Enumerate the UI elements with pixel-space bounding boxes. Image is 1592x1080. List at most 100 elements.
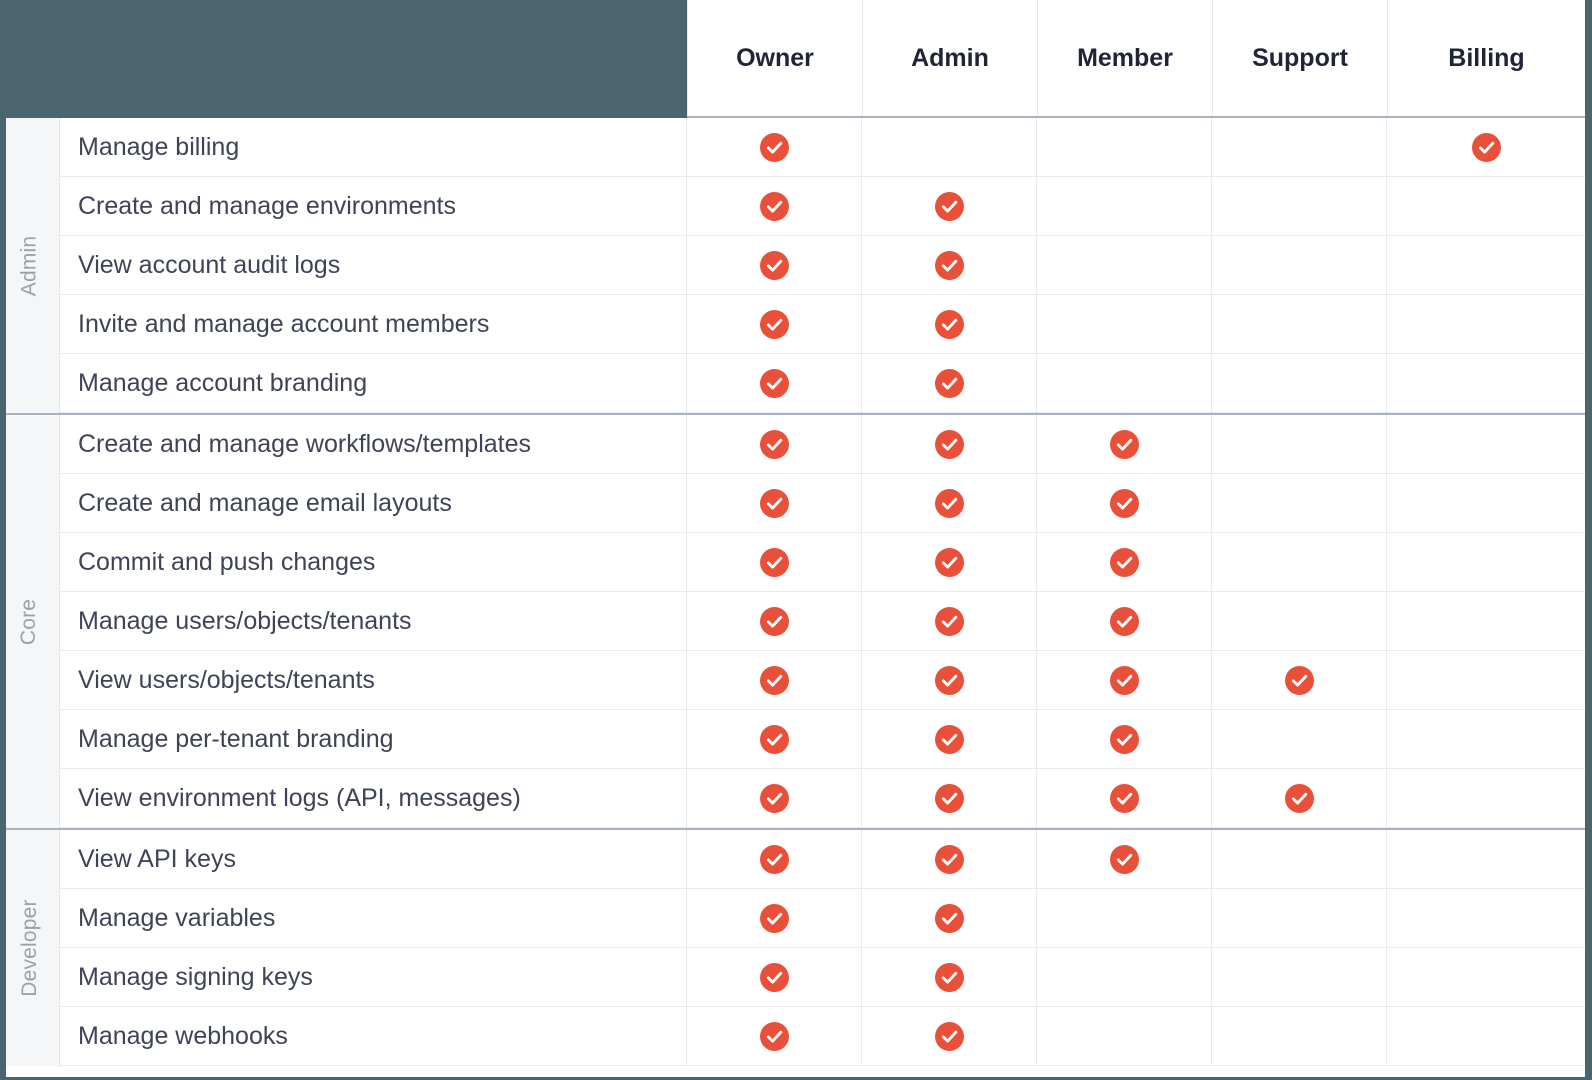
check-circle-icon [934,724,964,754]
permission-cell-member [1037,592,1212,650]
permission-cell-admin [862,769,1037,827]
check-circle-icon [759,962,789,992]
check-circle-icon [934,844,964,874]
group-label-core: Core [0,415,60,828]
permission-cell-owner [687,415,862,473]
permission-label: View API keys [60,830,687,888]
check-circle-icon [759,844,789,874]
permission-cell-support [1212,295,1387,353]
permission-cell-owner [687,236,862,294]
check-circle-icon [1109,547,1139,577]
table-row: Manage users/objects/tenants [60,592,1585,651]
left-edge-rail [0,118,6,1080]
permission-cell-support [1212,177,1387,235]
check-circle-icon [759,606,789,636]
permission-cell-support [1212,1007,1387,1065]
permission-cell-admin [862,948,1037,1006]
permission-label: Manage billing [60,118,687,176]
permission-cell-owner [687,354,862,412]
permission-cell-billing [1387,118,1585,176]
group-label-developer: Developer [0,830,60,1066]
row-group-developer: Developer View API keys Manage variables Ma… [0,828,1585,1066]
permission-label: Manage users/objects/tenants [60,592,687,650]
permission-cell-admin [862,889,1037,947]
permission-cell-member [1037,236,1212,294]
check-circle-icon [934,250,964,280]
permission-cell-member [1037,651,1212,709]
permission-cell-member [1037,354,1212,412]
permission-cell-billing [1387,948,1585,1006]
row-group-core: Core Create and manage workflows/template… [0,413,1585,828]
table-row: Manage account branding [60,354,1585,413]
table-row: View API keys [60,830,1585,889]
check-circle-icon [934,903,964,933]
permission-cell-owner [687,948,862,1006]
check-circle-icon [1284,783,1314,813]
table-row: View account audit logs [60,236,1585,295]
check-circle-icon [759,132,789,162]
permission-cell-member [1037,415,1212,473]
check-circle-icon [934,368,964,398]
check-circle-icon [934,547,964,577]
check-circle-icon [934,665,964,695]
check-circle-icon [934,606,964,636]
permission-cell-support [1212,830,1387,888]
check-circle-icon [759,429,789,459]
column-header-support: Support [1212,0,1387,116]
table-row: Manage per-tenant branding [60,710,1585,769]
permission-cell-owner [687,830,862,888]
table-row: Invite and manage account members [60,295,1585,354]
column-headers: Owner Admin Member Support Billing [687,0,1585,116]
table-row: Manage billing [60,118,1585,177]
check-circle-icon [759,665,789,695]
permission-cell-support [1212,769,1387,827]
permission-cell-support [1212,948,1387,1006]
table-header-row: Owner Admin Member Support Billing [0,0,1585,118]
permission-cell-billing [1387,295,1585,353]
permission-cell-support [1212,889,1387,947]
table-corner-block [0,0,687,118]
check-circle-icon [1109,783,1139,813]
check-circle-icon [934,429,964,459]
check-circle-icon [759,488,789,518]
permission-cell-billing [1387,177,1585,235]
permission-label: Manage per-tenant branding [60,710,687,768]
check-circle-icon [759,191,789,221]
permission-cell-member [1037,710,1212,768]
permission-cell-owner [687,474,862,532]
table-row: Manage signing keys [60,948,1585,1007]
check-circle-icon [759,309,789,339]
group-label-text: Developer [17,899,41,997]
column-header-owner: Owner [687,0,862,116]
permission-cell-member [1037,1007,1212,1065]
permission-cell-billing [1387,533,1585,591]
permission-cell-admin [862,830,1037,888]
right-edge-rail [1585,0,1592,1080]
check-circle-icon [1109,665,1139,695]
check-circle-icon [1109,429,1139,459]
permission-cell-billing [1387,769,1585,827]
permission-cell-admin [862,592,1037,650]
permission-cell-admin [862,415,1037,473]
permission-label: Manage webhooks [60,1007,687,1065]
permission-label: Manage account branding [60,354,687,412]
permission-cell-support [1212,710,1387,768]
permission-cell-billing [1387,651,1585,709]
check-circle-icon [934,488,964,518]
permission-cell-member [1037,533,1212,591]
permission-cell-owner [687,889,862,947]
permissions-matrix-page: Owner Admin Member Support Billing Admin Mana… [0,0,1592,1080]
permission-cell-billing [1387,592,1585,650]
group-label-text: Admin [17,235,41,296]
permission-cell-member [1037,295,1212,353]
check-circle-icon [934,962,964,992]
permission-label: View environment logs (API, messages) [60,769,687,827]
check-circle-icon [934,1021,964,1051]
permission-cell-member [1037,474,1212,532]
check-circle-icon [759,1021,789,1051]
check-circle-icon [1471,132,1501,162]
check-circle-icon [1109,606,1139,636]
check-circle-icon [1109,724,1139,754]
permissions-table: Owner Admin Member Support Billing Admin Mana… [0,0,1585,1080]
group-label-text: Core [17,598,41,645]
